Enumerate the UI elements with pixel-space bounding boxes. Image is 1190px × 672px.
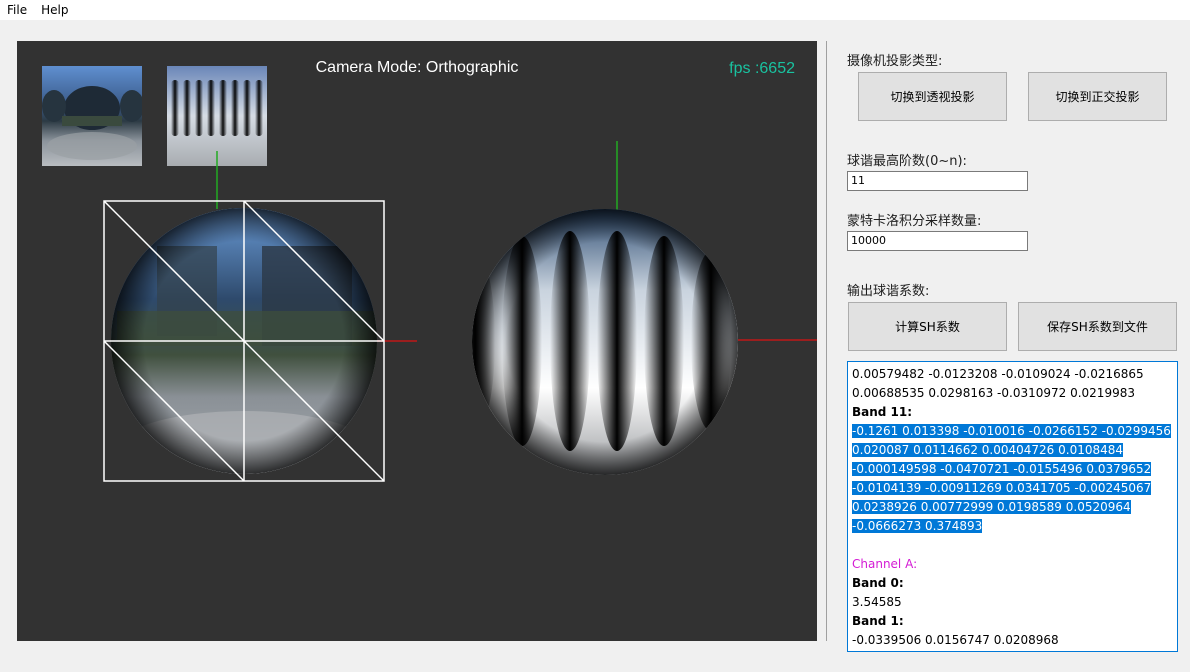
sh-order-input[interactable]: 11 (847, 171, 1028, 191)
output-line-selected: -0.0104139 -0.00911269 0.0341705 -0.0024… (852, 481, 1152, 495)
band-heading: Band 11: (852, 405, 913, 419)
switch-orthographic-button[interactable]: 切换到正交投影 (1028, 72, 1167, 121)
channel-heading: Channel A: (852, 557, 918, 571)
environment-sphere (111, 208, 377, 474)
output-line-selected: -0.1261 0.013398 -0.010016 -0.0266152 -0… (852, 424, 1171, 438)
menu-help[interactable]: Help (34, 0, 75, 20)
menu-bar: File Help (0, 0, 1190, 20)
sh-order-label: 球谐最高阶数(0~n): (847, 154, 967, 169)
compute-sh-button[interactable]: 计算SH系数 (848, 302, 1007, 351)
sh-output-textarea[interactable]: 0.00579482 -0.0123208 -0.0109024 -0.0216… (847, 361, 1178, 652)
output-label: 输出球谐系数: (847, 284, 930, 299)
render-viewport[interactable]: Camera Mode: Orthographic fps :6652 (17, 41, 817, 641)
output-line-selected: -0.000149598 -0.0470721 -0.0155496 0.037… (852, 462, 1152, 476)
output-line: 0.00688535 0.0298163 -0.0310972 0.021998… (852, 386, 1135, 400)
grid-overlay (103, 200, 385, 482)
output-line: 3.54585 (852, 595, 902, 609)
output-line: -0.0339506 0.0156747 0.0208968 (852, 633, 1059, 647)
samples-input[interactable]: 10000 (847, 231, 1028, 251)
output-line-selected: 0.0238926 0.00772999 0.0198589 0.0520964 (852, 500, 1131, 514)
band-heading: Band 0: (852, 576, 904, 590)
panel-divider (826, 41, 827, 641)
output-line-selected: 0.020087 0.0114662 0.00404726 0.0108484 (852, 443, 1124, 457)
sh-sphere (472, 209, 738, 475)
samples-label: 蒙特卡洛积分采样数量: (847, 214, 982, 229)
output-line: 0.00579482 -0.0123208 -0.0109024 -0.0216… (852, 367, 1144, 381)
switch-perspective-button[interactable]: 切换到透视投影 (858, 72, 1007, 121)
projection-type-label: 摄像机投影类型: (847, 54, 943, 69)
band-heading: Band 1: (852, 614, 904, 628)
output-line-selected: -0.0666273 0.374893 (852, 519, 983, 533)
menu-file[interactable]: File (0, 0, 34, 20)
scene-canvas (103, 141, 817, 482)
save-sh-button[interactable]: 保存SH系数到文件 (1018, 302, 1177, 351)
output-blank-line (852, 536, 1173, 555)
